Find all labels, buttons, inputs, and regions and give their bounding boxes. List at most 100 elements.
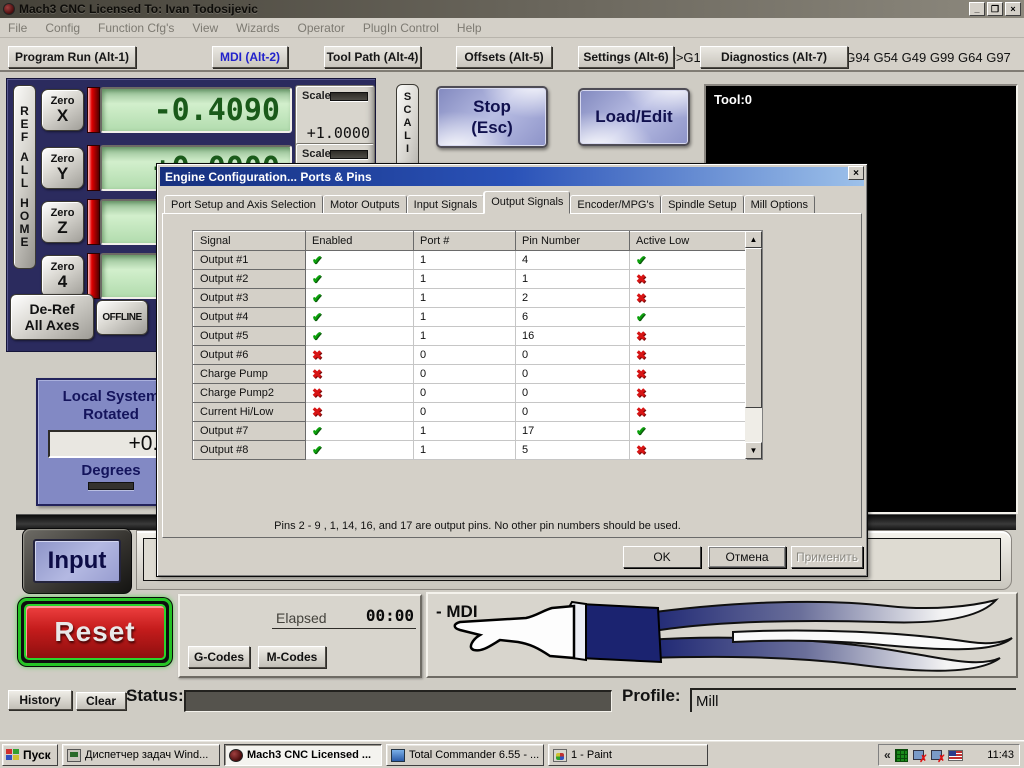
menu-view[interactable]: View xyxy=(192,21,218,35)
check-icon[interactable]: ✔ xyxy=(312,272,322,286)
minimize-icon[interactable]: _ xyxy=(969,2,985,16)
port-cell[interactable]: 0 xyxy=(413,345,516,365)
check-icon[interactable]: ✔ xyxy=(312,253,322,267)
column-header-enabled[interactable]: Enabled xyxy=(305,231,414,251)
offline-button[interactable]: OFFLINE xyxy=(96,300,148,335)
dialog-tab-input-signals[interactable]: Input Signals xyxy=(406,195,485,214)
ref-all-home-button[interactable]: REFALLHOME xyxy=(13,85,36,269)
dialog-tab-spindle-setup[interactable]: Spindle Setup xyxy=(661,195,744,214)
check-icon[interactable]: ✔ xyxy=(312,329,322,343)
port-cell[interactable]: 1 xyxy=(413,307,516,327)
scroll-up-icon[interactable]: ▲ xyxy=(745,231,762,248)
dialog-tab-encoder-mpg-s[interactable]: Encoder/MPG's xyxy=(570,195,662,214)
cross-icon[interactable]: ✖ xyxy=(636,291,646,305)
pin-cell[interactable]: 16 xyxy=(515,326,630,346)
enabled-cell[interactable]: ✖ xyxy=(305,364,414,384)
zero-x-button[interactable]: Zero X xyxy=(41,89,84,131)
pin-cell[interactable]: 17 xyxy=(515,421,630,441)
cross-icon[interactable]: ✖ xyxy=(636,367,646,381)
menu-plugin-control[interactable]: PlugIn Control xyxy=(363,21,439,35)
start-button[interactable]: Пуск xyxy=(2,744,58,766)
check-icon[interactable]: ✔ xyxy=(636,253,646,267)
keyboard-layout-flag-icon[interactable] xyxy=(947,749,963,761)
active-low-cell[interactable]: ✖ xyxy=(629,288,747,308)
pin-cell[interactable]: 0 xyxy=(515,364,630,384)
zero-z-button[interactable]: Zero Z xyxy=(41,201,84,243)
cross-icon[interactable]: ✖ xyxy=(636,443,646,457)
cross-icon[interactable]: ✖ xyxy=(636,348,646,362)
active-low-cell[interactable]: ✖ xyxy=(629,364,747,384)
column-header-pin-number[interactable]: Pin Number xyxy=(515,231,630,251)
column-header-signal[interactable]: Signal xyxy=(193,231,306,251)
check-icon[interactable]: ✔ xyxy=(312,443,322,457)
dialog-tab-output-signals[interactable]: Output Signals xyxy=(484,191,571,214)
active-low-cell[interactable]: ✖ xyxy=(629,383,747,403)
pin-cell[interactable]: 1 xyxy=(515,269,630,289)
scroll-thumb[interactable] xyxy=(745,248,762,408)
screen-tab-tool-path-alt-4[interactable]: Tool Path (Alt-4) xyxy=(324,46,421,68)
network-error-icon[interactable] xyxy=(912,749,928,765)
cross-icon[interactable]: ✖ xyxy=(312,386,322,400)
dro-x-display[interactable]: -0.4090 xyxy=(100,87,292,133)
port-cell[interactable]: 1 xyxy=(413,326,516,346)
check-icon[interactable]: ✔ xyxy=(636,310,646,324)
active-low-cell[interactable]: ✖ xyxy=(629,402,747,422)
column-header-active-low[interactable]: Active Low xyxy=(629,231,747,251)
taskbar-task-wind[interactable]: Диспетчер задач Wind... xyxy=(62,744,220,766)
screen-tab-diagnostics-alt-7[interactable]: Diagnostics (Alt-7) xyxy=(700,46,848,68)
menu-wizards[interactable]: Wizards xyxy=(236,21,279,35)
cross-icon[interactable]: ✖ xyxy=(636,329,646,343)
gcodes-button[interactable]: G-Codes xyxy=(188,646,250,668)
menu-function-cfg-s[interactable]: Function Cfg's xyxy=(98,21,174,35)
zero-4-button[interactable]: Zero 4 xyxy=(41,255,84,297)
screen-tab-mdi-alt-2[interactable]: MDI (Alt-2) xyxy=(212,46,288,68)
enabled-cell[interactable]: ✔ xyxy=(305,326,414,346)
enabled-cell[interactable]: ✖ xyxy=(305,383,414,403)
taskbar-task-1-paint[interactable]: 1 - Paint xyxy=(548,744,708,766)
network-error-icon[interactable] xyxy=(930,749,946,765)
port-cell[interactable]: 0 xyxy=(413,383,516,403)
tray-overflow-icon[interactable]: « xyxy=(884,748,891,762)
port-cell[interactable]: 1 xyxy=(413,440,516,460)
cross-icon[interactable]: ✖ xyxy=(636,405,646,419)
reset-button[interactable]: Reset xyxy=(18,598,172,666)
screen-tab-settings-alt-6[interactable]: Settings (Alt-6) xyxy=(578,46,674,68)
enabled-cell[interactable]: ✔ xyxy=(305,288,414,308)
taskbar-task-total-commander-6-55[interactable]: Total Commander 6.55 - ... xyxy=(386,744,544,766)
check-icon[interactable]: ✔ xyxy=(312,424,322,438)
active-low-cell[interactable]: ✔ xyxy=(629,250,747,270)
active-low-cell[interactable]: ✖ xyxy=(629,345,747,365)
cross-icon[interactable]: ✖ xyxy=(312,405,322,419)
active-low-cell[interactable]: ✖ xyxy=(629,440,747,460)
pin-cell[interactable]: 6 xyxy=(515,307,630,327)
mcodes-button[interactable]: M-Codes xyxy=(258,646,326,668)
load-edit-button[interactable]: Load/Edit xyxy=(578,88,690,146)
zero-y-button[interactable]: Zero Y xyxy=(41,147,84,189)
enabled-cell[interactable]: ✖ xyxy=(305,345,414,365)
cancel-button[interactable]: Отмена xyxy=(708,546,786,568)
dialog-tab-port-setup-and-axis-selection[interactable]: Port Setup and Axis Selection xyxy=(164,195,323,214)
history-button[interactable]: History xyxy=(8,690,72,710)
menu-operator[interactable]: Operator xyxy=(298,21,345,35)
pin-cell[interactable]: 0 xyxy=(515,383,630,403)
check-icon[interactable]: ✔ xyxy=(312,291,322,305)
input-button[interactable]: Input xyxy=(33,539,121,583)
scale-slider[interactable] xyxy=(330,150,368,159)
port-cell[interactable]: 1 xyxy=(413,421,516,441)
enabled-cell[interactable]: ✔ xyxy=(305,250,414,270)
enabled-cell[interactable]: ✔ xyxy=(305,307,414,327)
stop-button[interactable]: Stop (Esc) xyxy=(436,86,548,148)
dialog-tab-mill-options[interactable]: Mill Options xyxy=(743,195,816,214)
screen-tab-offsets-alt-5[interactable]: Offsets (Alt-5) xyxy=(456,46,552,68)
active-low-cell[interactable]: ✖ xyxy=(629,326,747,346)
active-low-cell[interactable]: ✖ xyxy=(629,269,747,289)
cross-icon[interactable]: ✖ xyxy=(312,367,322,381)
menu-help[interactable]: Help xyxy=(457,21,482,35)
pin-cell[interactable]: 5 xyxy=(515,440,630,460)
pin-cell[interactable]: 0 xyxy=(515,345,630,365)
close-icon[interactable]: × xyxy=(1005,2,1021,16)
cross-icon[interactable]: ✖ xyxy=(312,348,322,362)
enabled-cell[interactable]: ✔ xyxy=(305,440,414,460)
port-cell[interactable]: 1 xyxy=(413,288,516,308)
enabled-cell[interactable]: ✖ xyxy=(305,402,414,422)
